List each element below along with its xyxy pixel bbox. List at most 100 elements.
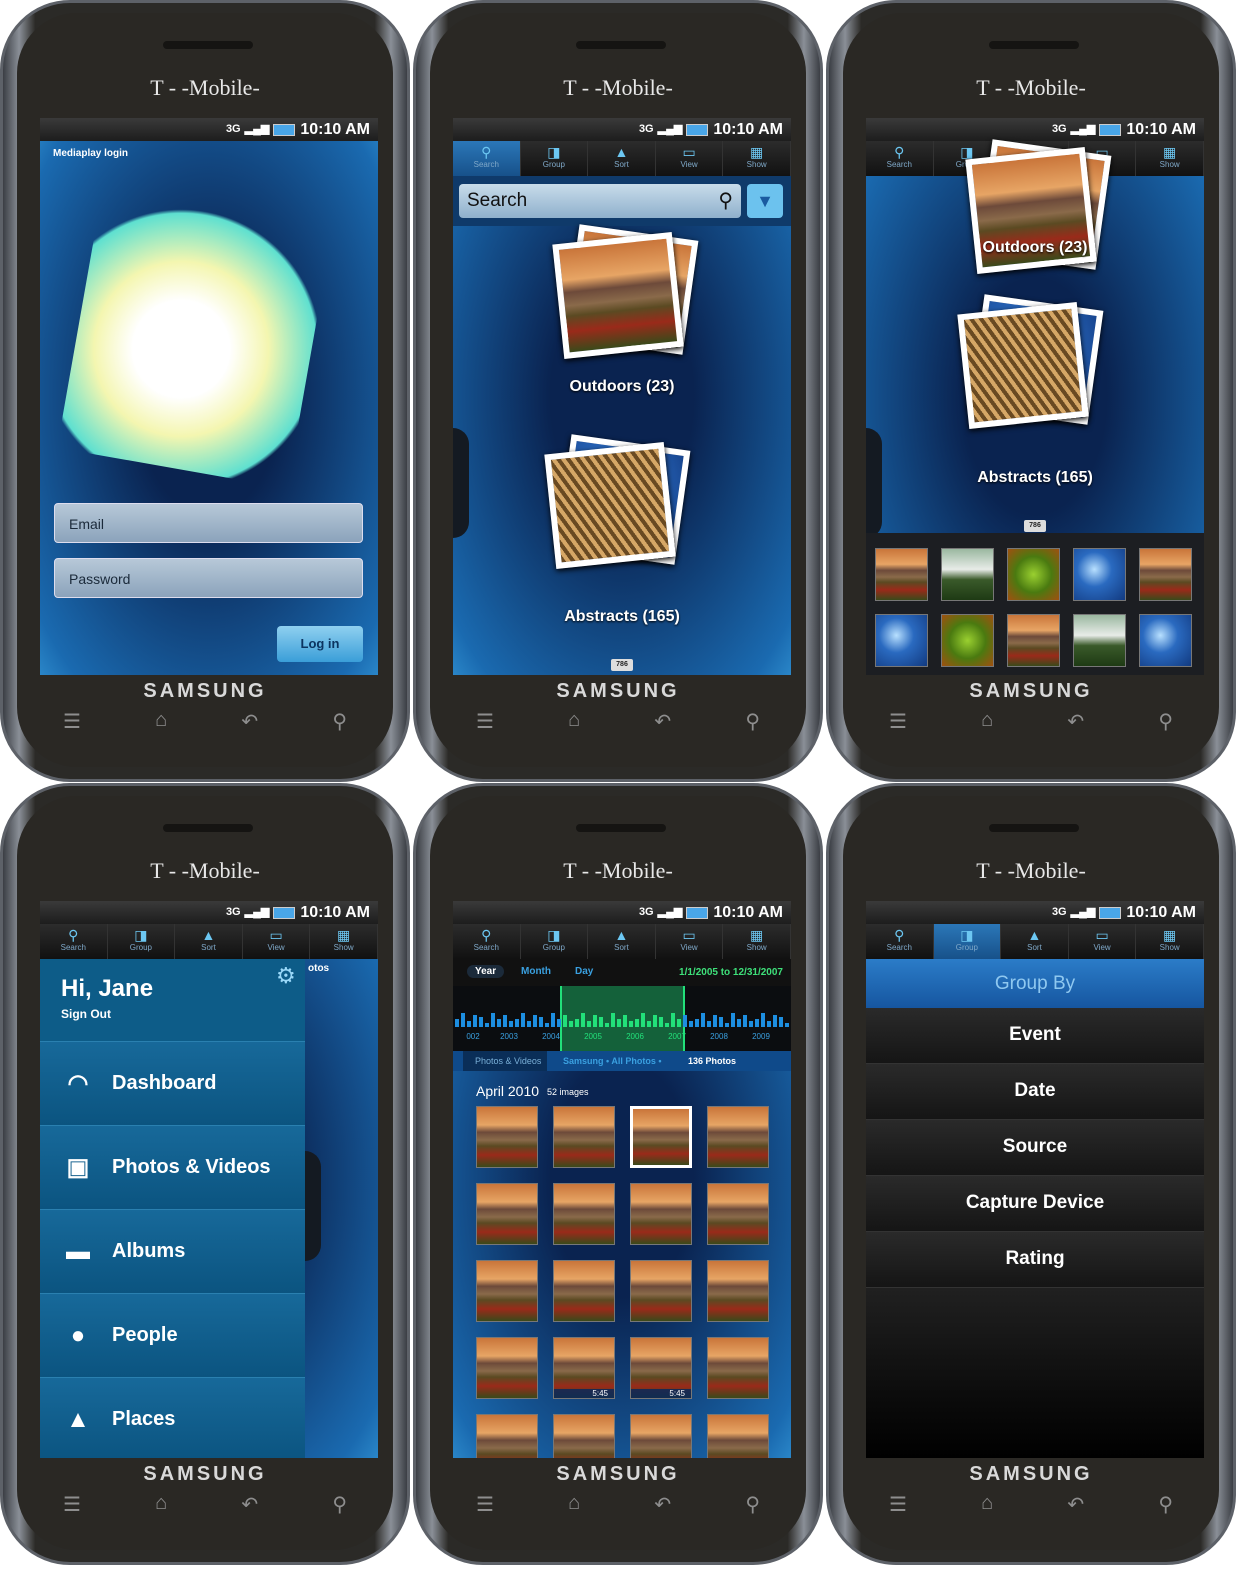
back-icon[interactable]: ↶ [654,709,671,734]
search-icon[interactable]: ⚲ [745,709,760,734]
search-icon[interactable]: ⚲ [718,184,733,218]
photo-thumbnail[interactable] [707,1260,769,1322]
group-option-rating[interactable]: Rating [866,1232,1204,1288]
login-button[interactable]: Log in [277,626,363,662]
search-icon[interactable]: ⚲ [1158,709,1173,734]
password-field[interactable]: Password [54,558,363,598]
tab-view[interactable]: ▭View [1069,924,1137,959]
drawer-handle[interactable] [305,1151,321,1261]
tab-year[interactable]: Year [467,965,505,978]
home-icon[interactable]: ⌂ [981,1492,993,1517]
album-abstracts[interactable] [544,434,691,569]
tab-search[interactable]: ⚲ Search [866,924,934,959]
home-icon[interactable]: ⌂ [155,709,167,734]
tab-show[interactable]: ▦ Show [1136,924,1204,959]
photo-thumbnail[interactable] [707,1414,769,1458]
menu-item-photos-videos[interactable]: ▣ Photos & Videos [40,1125,305,1209]
tab-sort[interactable]: ▲Sort [588,924,656,959]
photo-thumbnail[interactable] [875,548,928,601]
search-icon[interactable]: ⚲ [332,1492,347,1517]
tab-search[interactable]: ⚲ Search [453,924,521,959]
tab-search[interactable]: ⚲ Search [40,924,108,959]
photo-thumbnail[interactable] [941,548,994,601]
search-icon[interactable]: ⚲ [332,709,347,734]
tab-group[interactable]: ◨Group [521,141,589,176]
menu-item-people[interactable]: ● People [40,1293,305,1377]
photo-thumbnail[interactable] [707,1183,769,1245]
menu-icon[interactable]: ☰ [476,709,494,734]
photo-thumbnail[interactable] [1073,548,1126,601]
tab-group[interactable]: ◨Group [108,924,176,959]
photo-thumbnail[interactable] [1007,548,1060,601]
gear-icon[interactable]: ⚙ [276,963,296,989]
group-option-capture-device[interactable]: Capture Device [866,1176,1204,1232]
timeline-chart[interactable]: 002 2003 2004 2005 2006 2007 2008 2009 20 [453,986,791,1051]
email-field[interactable]: Email [54,503,363,543]
photo-thumbnail[interactable] [553,1106,615,1168]
back-icon[interactable]: ↶ [654,1492,671,1517]
photo-thumbnail[interactable] [630,1260,692,1322]
photo-thumbnail[interactable] [941,614,994,667]
menu-icon[interactable]: ☰ [889,709,907,734]
search-icon[interactable]: ⚲ [745,1492,760,1517]
back-icon[interactable]: ↶ [1067,1492,1084,1517]
tab-view[interactable]: ▭View [243,924,311,959]
back-icon[interactable]: ↶ [241,1492,258,1517]
album-abstracts[interactable] [957,294,1104,429]
tab-show[interactable]: ▦ Show [723,924,791,959]
photo-thumbnail[interactable] [553,1183,615,1245]
menu-item-dashboard[interactable]: ◠ Dashboard [40,1041,305,1125]
tab-group[interactable]: ◨Group [521,924,589,959]
photo-thumbnail[interactable] [553,1260,615,1322]
menu-icon[interactable]: ☰ [889,1492,907,1517]
menu-icon[interactable]: ☰ [63,1492,81,1517]
photo-thumbnail[interactable]: 5:45 [553,1337,615,1399]
photo-thumbnail[interactable] [630,1106,692,1168]
drawer-handle[interactable] [453,428,469,538]
home-icon[interactable]: ⌂ [981,709,993,734]
home-icon[interactable]: ⌂ [155,1492,167,1517]
photo-thumbnail[interactable] [630,1183,692,1245]
photo-thumbnail[interactable] [1139,614,1192,667]
menu-icon[interactable]: ☰ [476,1492,494,1517]
tab-show[interactable]: ▦ Show [1136,141,1204,176]
back-icon[interactable]: ↶ [241,709,258,734]
photo-thumbnail[interactable] [875,614,928,667]
photo-thumbnail[interactable] [476,1183,538,1245]
tab-show[interactable]: ▦ Show [310,924,378,959]
sign-out-link[interactable]: Sign Out [61,1007,111,1021]
tab-view[interactable]: ▭View [656,924,724,959]
breadcrumb-back[interactable]: Photos & Videos [463,1051,548,1071]
photo-thumbnail[interactable] [476,1106,538,1168]
photo-thumbnail[interactable] [476,1414,538,1458]
tab-group[interactable]: ◨Group [933,924,1002,959]
photo-thumbnail[interactable] [1139,548,1192,601]
tab-view[interactable]: ▭View [656,141,724,176]
tab-sort[interactable]: ▲Sort [1001,924,1069,959]
tab-sort[interactable]: ▲Sort [588,141,656,176]
tab-show[interactable]: ▦ Show [723,141,791,176]
tab-search[interactable]: ⚲ Search [453,141,521,176]
tab-search[interactable]: ⚲ Search [866,141,934,176]
tab-day[interactable]: Day [567,965,601,978]
search-icon[interactable]: ⚲ [1158,1492,1173,1517]
menu-item-places[interactable]: ▲ Places [40,1377,305,1458]
photo-thumbnail[interactable] [553,1414,615,1458]
photo-thumbnail[interactable] [707,1337,769,1399]
search-input[interactable]: Search ⚲ [459,184,741,218]
photo-thumbnail[interactable] [1007,614,1060,667]
back-icon[interactable]: ↶ [1067,709,1084,734]
photo-thumbnail[interactable] [707,1106,769,1168]
photo-thumbnail[interactable]: 5:45 [630,1337,692,1399]
breadcrumb-path[interactable]: Samsung • All Photos • [563,1051,661,1071]
menu-item-albums[interactable]: ▬ Albums [40,1209,305,1293]
photo-thumbnail[interactable] [1073,614,1126,667]
home-icon[interactable]: ⌂ [568,709,580,734]
photo-thumbnail[interactable] [476,1337,538,1399]
dropdown-button[interactable]: ▼ [747,184,783,218]
photo-thumbnail[interactable] [476,1260,538,1322]
tab-sort[interactable]: ▲Sort [175,924,243,959]
album-outdoors[interactable] [552,224,699,359]
home-icon[interactable]: ⌂ [568,1492,580,1517]
menu-icon[interactable]: ☰ [63,709,81,734]
